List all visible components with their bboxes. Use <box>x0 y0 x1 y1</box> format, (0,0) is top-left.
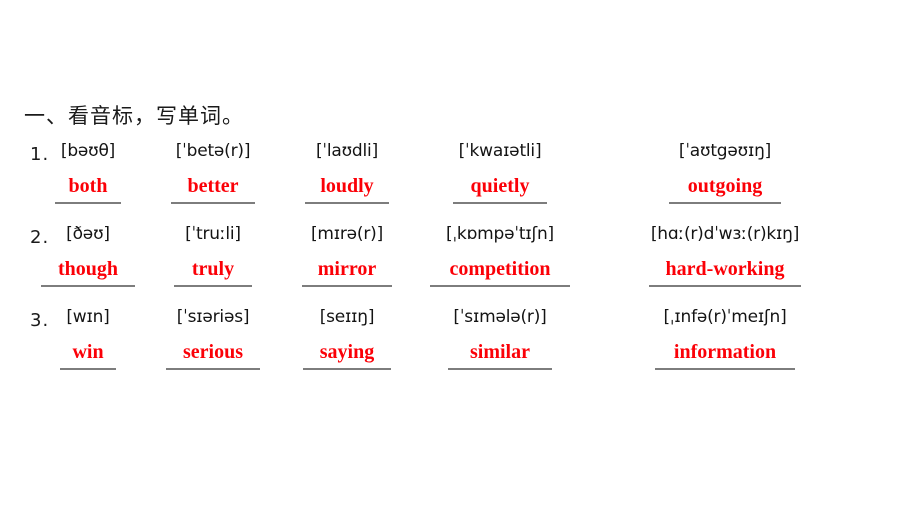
word-cell: [wɪn] win <box>28 306 148 370</box>
word-cell: [ˈsɪəriəs] serious <box>148 306 278 370</box>
word-cell: [hɑː(r)dˈwɜː(r)kɪŋ] hard-working <box>630 223 820 287</box>
answer-underline <box>55 202 121 204</box>
phonetic-transcription: [ˈkwaɪətli] <box>458 141 542 161</box>
phonetic-transcription: [mɪrə(r)] <box>310 224 384 244</box>
answer-blank[interactable]: competition <box>420 258 580 287</box>
word-cell: [ˈlaʊdli] loudly <box>282 140 412 204</box>
word-cell: [ˈbetə(r)] better <box>148 140 278 204</box>
word-cell: [ˈaʊtgəʊɪŋ] outgoing <box>630 140 820 204</box>
word-cell: [ˈtruːli] truly <box>148 223 278 287</box>
phonetic-transcription: [ˌkɒmpəˈtɪʃn] <box>446 224 554 244</box>
worksheet-page: 一、看音标，写单词。 1. [bəʊθ] both [ˈbetə(r)] better[… <box>0 0 920 518</box>
answer-blank[interactable]: truly <box>148 258 278 287</box>
answer-underline <box>166 368 260 370</box>
phonetic-transcription: [ðəʊ] <box>66 224 110 244</box>
answer-word: though <box>57 258 119 280</box>
answer-word: hard-working <box>665 258 785 280</box>
phonetic-transcription: [ˈsɪəriəs] <box>176 307 250 327</box>
word-cell: [seɪɪŋ] saying <box>282 306 412 370</box>
answer-underline <box>303 368 391 370</box>
word-cell: [ˌɪnfə(r)ˈmeɪʃn] information <box>630 306 820 370</box>
answer-underline <box>60 368 116 370</box>
answer-underline <box>302 285 392 287</box>
word-cell: [ˈkwaɪətli] quietly <box>420 140 580 204</box>
answer-blank[interactable]: mirror <box>282 258 412 287</box>
answer-blank[interactable]: loudly <box>282 175 412 204</box>
phonetic-transcription: [ˈtruːli] <box>185 224 241 244</box>
answer-blank[interactable]: better <box>148 175 278 204</box>
word-cell: [bəʊθ] both <box>28 140 148 204</box>
word-cell: [ˈsɪmələ(r)] similar <box>420 306 580 370</box>
answer-blank[interactable]: similar <box>420 341 580 370</box>
answer-word: quietly <box>470 175 530 197</box>
answer-blank[interactable]: information <box>630 341 820 370</box>
word-cell: [ðəʊ] though <box>28 223 148 287</box>
word-cell: [mɪrə(r)] mirror <box>282 223 412 287</box>
answer-word: saying <box>319 341 375 363</box>
answer-underline <box>171 202 255 204</box>
answer-underline <box>430 285 570 287</box>
answer-blank[interactable]: saying <box>282 341 412 370</box>
answer-blank[interactable]: serious <box>148 341 278 370</box>
word-cell: [ˌkɒmpəˈtɪʃn] competition <box>420 223 580 287</box>
answer-word: serious <box>183 341 243 363</box>
answer-underline <box>669 202 781 204</box>
answer-blank[interactable]: outgoing <box>630 175 820 204</box>
answer-underline <box>453 202 547 204</box>
answer-word: competition <box>449 258 551 280</box>
answer-underline <box>649 285 801 287</box>
answer-blank[interactable]: though <box>28 258 148 287</box>
phonetic-transcription: [bəʊθ] <box>60 141 116 161</box>
answer-underline <box>655 368 795 370</box>
answer-blank[interactable]: quietly <box>420 175 580 204</box>
answer-word: win <box>72 341 104 363</box>
phonetic-transcription: [wɪn] <box>66 307 110 327</box>
answer-underline <box>41 285 135 287</box>
phonetic-transcription: [ˈlaʊdli] <box>315 141 379 161</box>
answer-word: outgoing <box>687 175 763 197</box>
answer-underline <box>448 368 552 370</box>
answer-underline <box>305 202 389 204</box>
answer-blank[interactable]: hard-working <box>630 258 820 287</box>
page-title: 一、看音标，写单词。 <box>24 104 244 128</box>
phonetic-transcription: [seɪɪŋ] <box>319 307 375 327</box>
phonetic-transcription: [ˈaʊtgəʊɪŋ] <box>678 141 772 161</box>
phonetic-transcription: [ˈsɪmələ(r)] <box>453 307 547 327</box>
answer-word: mirror <box>317 258 377 280</box>
answer-word: information <box>673 341 777 363</box>
answer-underline <box>174 285 252 287</box>
answer-word: both <box>68 175 108 197</box>
answer-word: truly <box>191 258 235 280</box>
phonetic-transcription: [ˌɪnfə(r)ˈmeɪʃn] <box>663 307 787 327</box>
answer-blank[interactable]: win <box>28 341 148 370</box>
answer-word: similar <box>470 341 530 363</box>
answer-word: better <box>187 175 239 197</box>
answer-word: loudly <box>320 175 374 197</box>
phonetic-transcription: [ˈbetə(r)] <box>175 141 251 161</box>
phonetic-transcription: [hɑː(r)dˈwɜː(r)kɪŋ] <box>650 224 800 244</box>
answer-blank[interactable]: both <box>28 175 148 204</box>
